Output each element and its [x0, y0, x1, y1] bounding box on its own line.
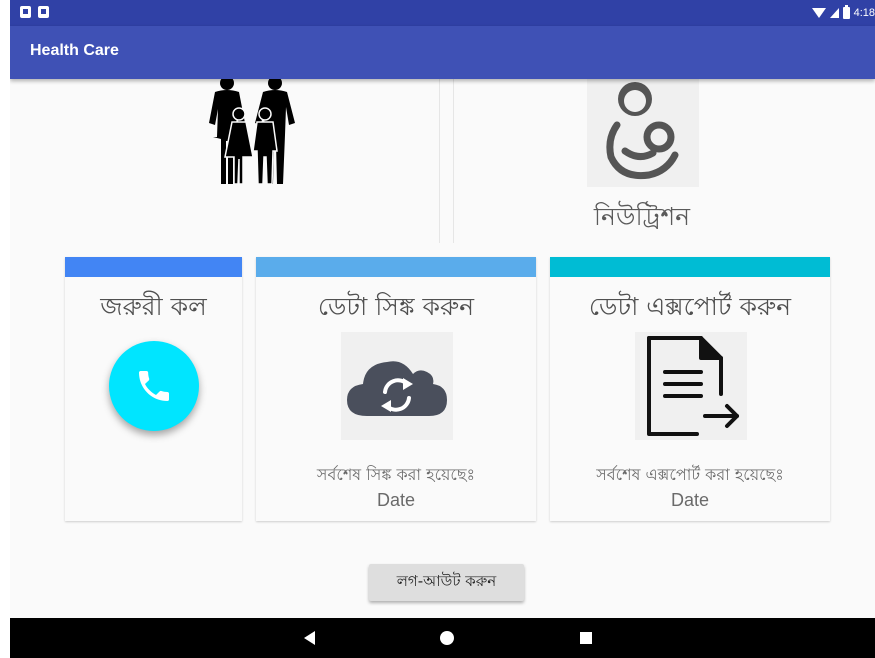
logout-button[interactable]: লগ-আউট করুন: [369, 564, 524, 601]
sync-data-title: ডেটা সিঙ্ক করুন: [317, 292, 475, 321]
sim-icon: [20, 6, 31, 18]
card-accent-bar: [65, 257, 242, 277]
card-accent-bar: [550, 257, 830, 277]
call-button[interactable]: [109, 341, 199, 431]
export-data-card[interactable]: ডেটা এক্সপোর্ট করুন সর্বশেষ এক্সপোর্ট কর…: [550, 257, 830, 521]
battery-icon: [842, 5, 850, 19]
last-export-label: সর্বশেষ এক্সপোর্ট করা হয়েছেঃ: [596, 465, 784, 484]
device-screen: 4:18 Health Care নিউট্রিশন জরুরী কল ডেটা…: [10, 0, 875, 658]
family-card[interactable]: [65, 79, 440, 243]
back-icon[interactable]: [304, 631, 315, 645]
recents-icon[interactable]: [580, 632, 592, 644]
document-export-icon: [635, 332, 747, 440]
notification-icon: [38, 6, 49, 18]
mother-baby-icon: [587, 79, 699, 187]
nutrition-card[interactable]: নিউট্রিশন: [453, 79, 829, 243]
status-bar: 4:18: [10, 0, 875, 26]
emergency-call-card[interactable]: জরুরী কল: [65, 257, 242, 521]
app-bar: Health Care: [10, 26, 875, 79]
phone-icon: [139, 371, 169, 401]
wifi-icon: [811, 8, 826, 18]
status-indicators: 4:18: [811, 4, 875, 22]
signal-icon: [829, 8, 839, 18]
card-accent-bar: [256, 257, 536, 277]
status-time: 4:18: [853, 7, 875, 19]
emergency-call-title: জরুরী কল: [100, 292, 207, 321]
home-icon[interactable]: [440, 631, 454, 645]
export-data-title: ডেটা এক্সপোর্ট করুন: [588, 292, 792, 321]
nutrition-label: নিউট্রিশন: [593, 202, 691, 231]
last-export-date: Date: [670, 490, 710, 510]
sync-data-card[interactable]: ডেটা সিঙ্ক করুন সর্বশেষ সিঙ্ক করা হয়েছে…: [256, 257, 536, 521]
last-sync-date: Date: [376, 490, 416, 510]
app-title: Health Care: [30, 42, 119, 59]
family-icon: [209, 79, 295, 185]
cloud-sync-icon: [341, 332, 453, 440]
navigation-bar: [10, 618, 875, 658]
last-sync-label: সর্বশেষ সিঙ্ক করা হয়েছেঃ: [316, 465, 476, 484]
